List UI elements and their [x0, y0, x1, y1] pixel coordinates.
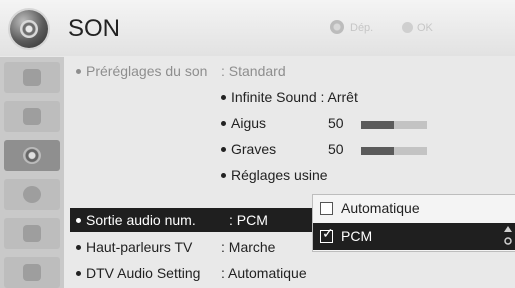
option-icon — [23, 264, 41, 281]
menu-item-haut-parleurs[interactable]: Haut-parleurs TV — [76, 239, 192, 255]
checkbox-unchecked[interactable] — [320, 202, 333, 215]
hint-ok-label: OK — [417, 22, 433, 34]
sortie-audio-label: Sortie audio num. — [86, 212, 196, 228]
aigus-value: 50 — [328, 115, 344, 131]
menu-item-aigus[interactable]: Aigus — [221, 115, 266, 131]
nav-arrows-icon — [330, 20, 344, 34]
header-bar: SON Dép. OK — [0, 0, 515, 56]
sound-icon — [23, 147, 41, 164]
checkbox-checked[interactable]: ✓ — [320, 226, 334, 243]
option-automatique[interactable]: Automatique — [313, 195, 515, 222]
ok-button-icon — [402, 22, 413, 33]
haut-parleurs-label: Haut-parleurs TV — [86, 239, 193, 255]
aigus-level-slider[interactable] — [361, 121, 427, 129]
presets-value: : Standard — [221, 63, 286, 79]
menu-item-sortie-audio[interactable]: Sortie audio num. — [76, 212, 196, 228]
graves-level-fill — [361, 147, 394, 155]
menu-item-reglages-usine[interactable]: Réglages usine — [221, 167, 328, 183]
sortie-audio-value: : PCM — [229, 212, 268, 228]
menu-item-infinite-sound[interactable]: Infinite Sound : Arrêt — [221, 89, 358, 105]
lock-icon — [23, 225, 41, 242]
dtv-audio-label: DTV Audio Setting — [86, 265, 201, 281]
option-pcm-label: PCM — [341, 228, 373, 244]
picture-icon — [23, 69, 41, 86]
sidebar-item-lock[interactable] — [4, 218, 60, 249]
bullet-icon — [76, 270, 81, 276]
screen-icon — [23, 108, 41, 125]
bullet-icon — [76, 68, 81, 74]
sidebar-item-time[interactable] — [4, 179, 60, 210]
presets-label: Préréglages du son — [86, 63, 208, 79]
sidebar-item-screen[interactable] — [4, 101, 60, 132]
menu-item-presets[interactable]: Préréglages du son — [76, 63, 207, 79]
sidebar-item-sound[interactable] — [4, 140, 60, 171]
sound-speaker-icon — [10, 10, 48, 48]
bullet-icon — [76, 244, 81, 250]
scroll-arrows-icon[interactable] — [504, 226, 512, 246]
dtv-audio-value: : Automatique — [221, 265, 307, 281]
aigus-level-fill — [361, 121, 394, 129]
infinite-sound-label: Infinite Sound — [231, 89, 317, 105]
infinite-sound-value: : Arrêt — [320, 89, 358, 105]
sidebar-item-option[interactable] — [4, 257, 60, 288]
sidebar-item-picture[interactable] — [4, 62, 60, 93]
graves-level-slider[interactable] — [361, 147, 427, 155]
checkmark-icon: ✓ — [322, 225, 334, 241]
clock-icon — [23, 186, 41, 203]
graves-value: 50 — [328, 141, 344, 157]
aigus-label: Aigus — [231, 115, 267, 131]
category-sidebar — [0, 57, 64, 288]
graves-label: Graves — [231, 141, 277, 157]
menu-item-graves[interactable]: Graves — [221, 141, 276, 157]
haut-parleurs-value: : Marche — [221, 239, 276, 255]
audio-output-popup: Automatique ✓ PCM — [313, 195, 515, 251]
option-automatique-label: Automatique — [341, 200, 420, 216]
bullet-icon — [221, 120, 226, 126]
menu-item-dtv-audio[interactable]: DTV Audio Setting — [76, 265, 200, 281]
hint-move-label: Dép. — [350, 22, 374, 34]
option-pcm[interactable]: ✓ PCM — [313, 223, 515, 250]
reglages-usine-label: Réglages usine — [231, 167, 328, 183]
bullet-icon — [76, 217, 81, 223]
bullet-icon — [221, 146, 226, 152]
bullet-icon — [221, 94, 226, 100]
page-title: SON — [68, 15, 121, 42]
bullet-icon — [221, 172, 226, 178]
